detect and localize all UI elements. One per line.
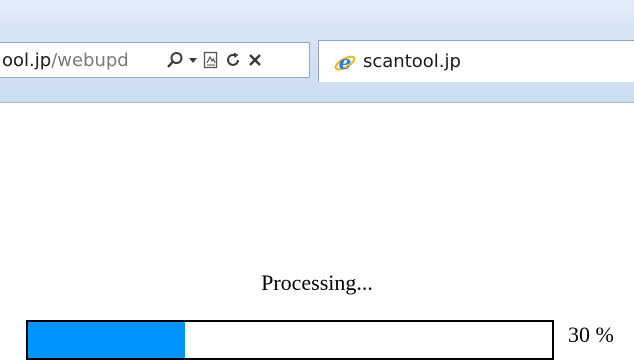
progress-bar-fill xyxy=(28,322,186,358)
stop-icon[interactable] xyxy=(244,46,266,74)
ie-favicon-icon: e xyxy=(334,50,356,74)
progress-bar xyxy=(26,320,554,360)
search-icon[interactable] xyxy=(164,46,186,74)
progress-percent-label: 30 % xyxy=(568,322,614,347)
dropdown-arrow-icon[interactable] xyxy=(186,46,200,74)
address-bar[interactable]: ool.jp/webupd xyxy=(0,42,310,78)
tab-title: scantool.jp xyxy=(363,51,461,72)
processing-status: Processing... xyxy=(261,270,373,295)
refresh-icon[interactable] xyxy=(222,46,244,74)
tab-scantool[interactable]: e scantool.jp xyxy=(318,40,634,82)
compatibility-view-icon[interactable] xyxy=(200,46,222,74)
address-url[interactable]: ool.jp/webupd xyxy=(0,50,164,71)
svg-text:e: e xyxy=(339,50,352,74)
url-domain: ool.jp xyxy=(2,49,52,71)
browser-chrome: ool.jp/webupd e scantool.jp xyxy=(0,0,634,103)
url-path: /webupd xyxy=(51,49,129,71)
